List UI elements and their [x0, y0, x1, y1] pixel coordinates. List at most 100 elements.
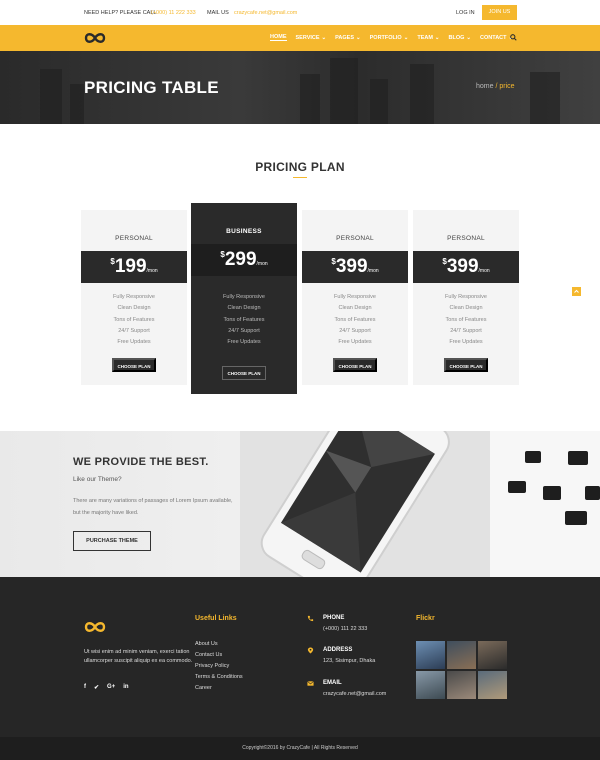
join-button[interactable]: JOIN US	[482, 5, 517, 20]
feature-item: Fully Responsive	[334, 294, 376, 300]
phone-value: (+000) 111 22 333	[323, 626, 368, 632]
choose-plan-button[interactable]: CHOOSE PLAN	[222, 366, 266, 380]
site-footer: Ut wisi enim ad minim veniam, exerci tat…	[0, 577, 600, 737]
nav-item-label: SERVICE	[295, 34, 320, 41]
nav-item-contact[interactable]: CONTACT ⌄	[480, 34, 513, 41]
nav-item-label: BLOG	[448, 34, 465, 41]
login-link[interactable]: LOG IN	[456, 10, 475, 16]
choose-plan-button[interactable]: CHOOSE PLAN	[333, 358, 377, 372]
flickr-thumbnail[interactable]	[416, 641, 445, 669]
plan-name: BUSINESS	[226, 228, 262, 235]
search-icon[interactable]	[510, 34, 517, 41]
feature-item: 24/7 Support	[118, 327, 150, 334]
nav-item-home[interactable]: HOME	[270, 34, 287, 41]
footer-link[interactable]: Contact Us	[195, 652, 243, 663]
breadcrumb-home-link[interactable]: home	[476, 83, 494, 90]
feature-list: Fully Responsive Clean Design Tons of Fe…	[81, 294, 187, 350]
feature-item: Tons of Features	[445, 316, 487, 323]
infinity-logo-icon[interactable]	[84, 621, 106, 633]
feature-item: Clean Design	[338, 305, 372, 312]
google-plus-icon[interactable]: G+	[107, 684, 115, 691]
purchase-theme-button[interactable]: PURCHASE THEME	[73, 531, 151, 551]
page-banner: PRICING TABLE home / price	[0, 51, 600, 124]
twitter-icon[interactable]: ✔	[94, 684, 99, 691]
main-navbar: HOME SERVICE ⌄ PAGES ⌄ PORTFOLIO ⌄ TEAM ⌄ BL…	[0, 25, 600, 51]
price-period: /mon	[478, 268, 490, 274]
facebook-icon[interactable]: f	[84, 684, 86, 691]
phone-keyboard-illustration	[240, 431, 600, 577]
feature-item: Clean Design	[117, 305, 151, 312]
title-underline	[293, 177, 307, 178]
feature-list: Fully Responsive Clean Design Tons of Fe…	[302, 294, 408, 350]
pricing-card-personal-1: PERSONAL $199/mon Fully Responsive Clean…	[81, 210, 187, 385]
address-label: ADDRESS	[323, 647, 353, 653]
infinity-logo-icon[interactable]	[84, 32, 106, 44]
skyline-building	[530, 72, 560, 124]
promo-title: WE PROVIDE THE BEST.	[73, 456, 209, 468]
location-pin-icon	[307, 647, 314, 654]
price-amount: 199	[114, 256, 147, 277]
plan-name: PERSONAL	[336, 235, 374, 242]
flickr-thumbnail[interactable]	[447, 641, 476, 669]
phone-icon	[307, 615, 314, 622]
nav-item-blog[interactable]: BLOG ⌄	[449, 34, 472, 41]
footer-link[interactable]: Privacy Policy	[195, 663, 243, 674]
price-box: $399/mon	[413, 251, 519, 283]
scroll-to-top-icon[interactable]	[572, 287, 581, 296]
promo-subtitle: Like our Theme?	[73, 476, 122, 483]
feature-item: Clean Design	[227, 305, 261, 312]
currency-symbol: $	[220, 250, 225, 259]
feature-list: Fully Responsive Clean Design Tons of Fe…	[191, 294, 297, 350]
linkedin-icon[interactable]: in	[123, 684, 128, 691]
currency-symbol: $	[331, 257, 336, 266]
feature-item: Free Updates	[117, 339, 151, 346]
mail-link[interactable]: crazycafe.net@gmail.com	[234, 10, 297, 16]
feature-item: Tons of Features	[113, 316, 155, 323]
flickr-thumbnail[interactable]	[416, 671, 445, 699]
price-amount: 399	[335, 256, 368, 277]
pricing-card-personal-3: PERSONAL $399/mon Fully Responsive Clean…	[413, 210, 519, 385]
pricing-section-title: PRICING PLAN	[255, 160, 345, 174]
chevron-down-icon: ⌄	[321, 34, 327, 41]
nav-menu: HOME SERVICE ⌄ PAGES ⌄ PORTFOLIO ⌄ TEAM ⌄ BL…	[270, 34, 522, 41]
flickr-thumbnail[interactable]	[478, 671, 507, 699]
nav-item-service[interactable]: SERVICE ⌄	[296, 34, 327, 41]
promo-body: There are many variations of passages of…	[73, 498, 233, 516]
currency-symbol: $	[442, 257, 447, 266]
feature-item: Free Updates	[449, 339, 483, 346]
choose-plan-button[interactable]: CHOOSE PLAN	[112, 358, 156, 372]
price-amount: 299	[224, 249, 257, 270]
choose-plan-button[interactable]: CHOOSE PLAN	[444, 358, 488, 372]
nav-item-team[interactable]: TEAM ⌄	[417, 34, 439, 41]
nav-item-portfolio[interactable]: PORTFOLIO ⌄	[370, 34, 409, 41]
feature-item: Fully Responsive	[113, 294, 155, 300]
footer-link[interactable]: Terms & Conditions	[195, 674, 243, 685]
flickr-thumbnail[interactable]	[447, 671, 476, 699]
price-period: /mon	[146, 268, 158, 274]
mail-label: MAIL US	[207, 10, 229, 16]
feature-item: Fully Responsive	[223, 294, 265, 300]
skyline-building	[330, 58, 358, 124]
email-value[interactable]: crazycafe.net@gmail.com	[323, 691, 386, 697]
chevron-down-icon: ⌄	[356, 34, 361, 41]
feature-item: Clean Design	[449, 305, 483, 312]
useful-links-heading: Useful Links	[195, 615, 237, 622]
flickr-heading: Flickr	[416, 615, 435, 622]
chevron-down-icon: ⌄	[403, 34, 409, 41]
nav-item-pages[interactable]: PAGES ⌄	[335, 34, 360, 41]
breadcrumb-current: / price	[495, 83, 515, 90]
page-title: PRICING TABLE	[84, 78, 219, 97]
feature-item: Free Updates	[338, 339, 372, 346]
phone-label: PHONE	[323, 615, 345, 621]
footer-link[interactable]: About Us	[195, 641, 243, 652]
copyright-bar: Copyright©2016 by CrazyCafe | All Rights…	[0, 737, 600, 760]
flickr-thumbnail[interactable]	[478, 641, 507, 669]
social-links: f ✔ G+ in	[84, 684, 129, 691]
address-value: 123, Sisimpur, Dhaka	[323, 658, 376, 664]
help-phone-link[interactable]: (+000) 11 222 333	[151, 10, 196, 16]
skyline-building	[300, 74, 320, 124]
help-label: NEED HELP? PLEASE CALL	[84, 10, 157, 16]
footer-description: Ut wisi enim ad minim veniam, exerci tat…	[84, 649, 193, 664]
footer-link[interactable]: Career	[195, 685, 243, 696]
breadcrumb: home / price	[476, 83, 515, 90]
